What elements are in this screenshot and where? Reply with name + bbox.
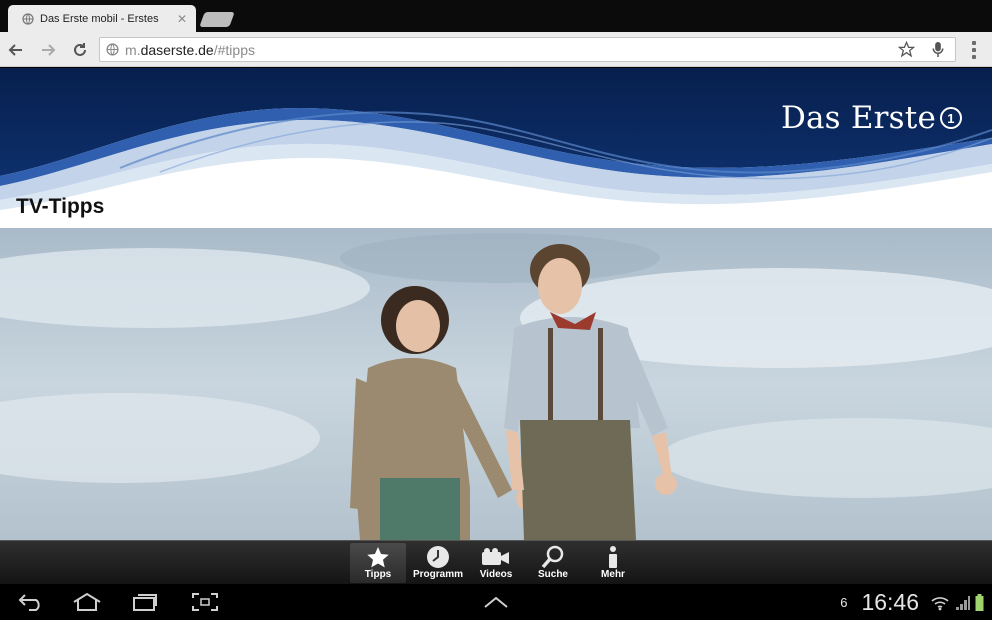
url-path: /#tipps	[213, 41, 255, 58]
back-button[interactable]	[6, 40, 26, 60]
forward-arrow-icon	[42, 44, 56, 56]
wifi-icon	[931, 595, 949, 611]
das-erste-logo[interactable]: Das Erste 1	[781, 100, 962, 136]
overflow-menu-icon[interactable]	[966, 41, 982, 59]
signal-icon	[955, 595, 971, 611]
home-button[interactable]	[72, 591, 102, 613]
recent-apps-icon	[133, 594, 157, 611]
recent-apps-button[interactable]	[130, 591, 160, 613]
browser-tab[interactable]: Das Erste mobil - Erstes ✕	[8, 5, 196, 32]
clock-icon	[426, 545, 450, 569]
close-tab-icon[interactable]: ✕	[176, 13, 188, 25]
nav-label: Mehr	[601, 569, 625, 580]
nav-programm[interactable]: Programm	[410, 543, 466, 583]
header-banner: Das Erste 1 TV-Tipps	[0, 68, 992, 228]
screenshot-icon	[192, 593, 218, 611]
nav-label: Suche	[537, 569, 568, 580]
web-page: Das Erste 1 TV-Tipps	[0, 68, 992, 540]
nav-label: Tipps	[364, 569, 392, 580]
ard-one-icon: 1	[940, 107, 962, 129]
hero-image[interactable]	[0, 228, 992, 540]
screenshot-button[interactable]	[190, 591, 220, 613]
browser-toolbar: m. daserste.de/#tipps	[0, 32, 992, 67]
reload-button[interactable]	[70, 40, 90, 60]
globe-icon	[22, 12, 34, 25]
video-camera-icon	[481, 545, 511, 569]
nav-mehr[interactable]: Mehr	[585, 543, 641, 583]
nav-label: Videos	[479, 569, 513, 580]
magnifier-icon	[541, 545, 565, 569]
page-title: TV-Tipps	[16, 195, 105, 218]
status-area[interactable]: 6 16:46	[840, 589, 984, 616]
nav-tipps[interactable]: Tipps	[350, 543, 406, 583]
menu-up-button[interactable]	[481, 591, 511, 613]
address-bar[interactable]: m. daserste.de/#tipps	[99, 37, 956, 62]
back-icon	[18, 594, 40, 611]
bottom-navigation: Tipps Programm Videos Suche Mehr	[0, 540, 992, 584]
brand-name: Das Erste	[780, 100, 936, 136]
back-arrow-icon	[8, 44, 22, 56]
clock: 16:46	[861, 589, 919, 615]
info-icon	[606, 545, 620, 569]
chevron-up-icon	[484, 596, 508, 608]
page-info-icon[interactable]	[106, 43, 119, 56]
battery-icon	[975, 594, 984, 611]
browser-tab-strip: Das Erste mobil - Erstes ✕	[0, 0, 992, 32]
microphone-icon[interactable]	[931, 41, 945, 61]
nav-label: Programm	[412, 569, 463, 580]
nav-videos[interactable]: Videos	[468, 543, 524, 583]
system-back-button[interactable]	[16, 591, 46, 613]
tab-title: Das Erste mobil - Erstes	[40, 12, 159, 25]
new-tab-button[interactable]	[199, 12, 235, 27]
url-host: daserste.de	[140, 41, 214, 58]
bookmark-star-icon[interactable]	[897, 40, 916, 61]
url-prefix: m.	[125, 41, 141, 58]
forward-button[interactable]	[38, 40, 58, 60]
notification-count: 6	[840, 595, 848, 610]
star-icon	[366, 545, 390, 569]
system-bar: 6 16:46	[0, 584, 992, 620]
nav-suche[interactable]: Suche	[525, 543, 581, 583]
reload-icon	[74, 43, 86, 56]
home-icon	[73, 592, 101, 611]
